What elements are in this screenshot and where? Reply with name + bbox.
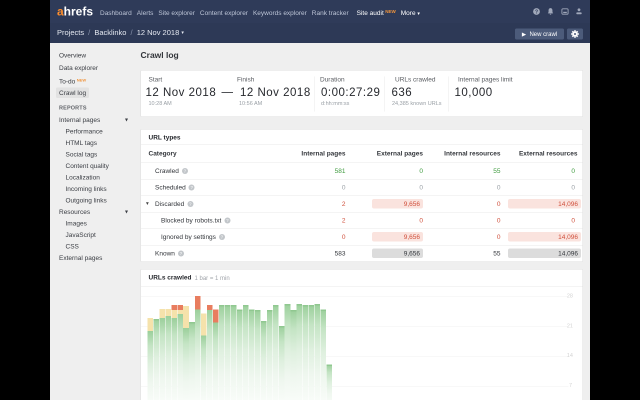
svg-text:?: ? bbox=[535, 9, 538, 15]
